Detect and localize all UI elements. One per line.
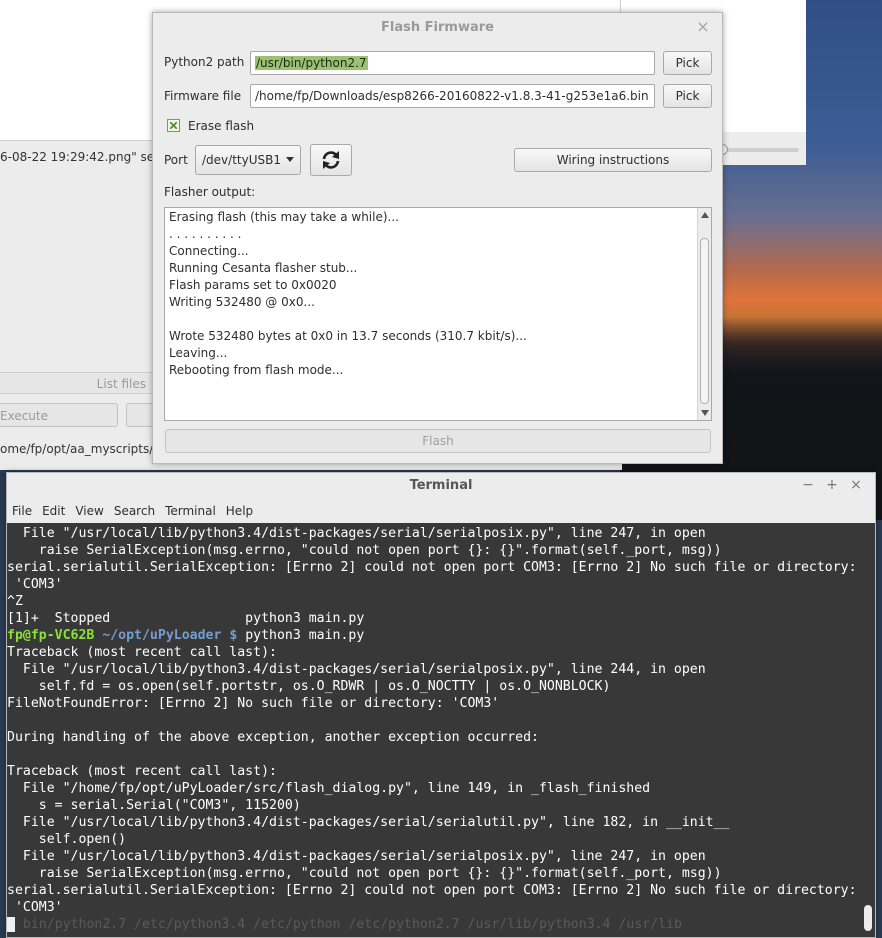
menu-search[interactable]: Search <box>109 501 160 521</box>
flash-button[interactable]: Flash <box>165 429 711 453</box>
maximize-icon[interactable]: + <box>823 476 841 494</box>
firmware-file-field[interactable]: /home/fp/Downloads/esp8266-20160822-v1.8… <box>250 84 655 108</box>
terminal-line: self.open() <box>7 832 127 847</box>
python-pick-button[interactable]: Pick <box>663 51 712 75</box>
scroll-down-icon[interactable] <box>701 410 709 416</box>
background-status-text: 6-08-22 19:29:42.png" sele <box>0 150 160 164</box>
erase-flash-label: Erase flash <box>188 119 255 133</box>
scroll-up-icon[interactable] <box>701 212 709 218</box>
flasher-output-lines: Erasing flash (this may take a while)...… <box>169 209 695 379</box>
terminal-line: [1]+ Stopped python3 main.py <box>7 611 365 626</box>
minimize-icon[interactable]: − <box>799 476 817 494</box>
python-path-field[interactable]: /usr/bin/python2.7 <box>250 51 655 75</box>
terminal-title: Terminal <box>409 478 473 493</box>
flash-firmware-dialog: Flash Firmware × Python2 path /usr/bin/p… <box>152 12 723 464</box>
terminal-line: FileNotFoundError: [Errno 2] No such fil… <box>7 696 500 711</box>
firmware-file-label: Firmware file <box>164 89 242 103</box>
menu-view[interactable]: View <box>70 501 108 521</box>
output-line: Leaving... <box>169 346 228 360</box>
terminal-line: s = serial.Serial("COM3", 115200) <box>7 798 301 813</box>
menu-file[interactable]: File <box>7 501 37 521</box>
terminal-line: File "/home/fp/opt/uPyLoader/src/flash_d… <box>7 781 651 796</box>
terminal-line: File "/usr/local/lib/python3.4/dist-pack… <box>7 849 706 864</box>
port-select[interactable]: /dev/ttyUSB1 <box>195 145 301 175</box>
terminal-line: raise SerialException(msg.errno, "could … <box>7 866 722 881</box>
python-path-value: /usr/bin/python2.7 <box>255 56 368 70</box>
terminal-lines-after: Traceback (most recent call last): File … <box>7 644 861 916</box>
terminal-ghost-text: bin/python2.7 /etc/python3.4 /etc/python… <box>15 917 682 932</box>
prompt-command: python3 main.py <box>237 628 365 643</box>
output-scrollbar-thumb[interactable] <box>700 238 709 404</box>
terminal-line: File "/usr/local/lib/python3.4/dist-pack… <box>7 662 706 677</box>
menu-edit[interactable]: Edit <box>37 501 70 521</box>
terminal-line: 'COM3' <box>7 577 63 592</box>
output-line: Rebooting from flash mode... <box>169 363 344 377</box>
output-line: Flash params set to 0x0020 <box>169 278 337 292</box>
output-line: . . . . . . . . . . <box>169 227 242 241</box>
terminal-lines: File "/usr/local/lib/python3.4/dist-pack… <box>7 525 861 933</box>
terminal-menubar: File Edit View Search Terminal Help <box>7 501 875 521</box>
dialog-close-button[interactable]: × <box>694 17 712 37</box>
terminal-line: ^Z <box>7 594 23 609</box>
terminal-cursor <box>7 916 15 932</box>
prompt-user: fp@fp-VC62B <box>7 628 95 643</box>
terminal-line: serial.serialutil.SerialException: [Errn… <box>7 883 857 898</box>
dialog-title: Flash Firmware <box>381 20 494 35</box>
terminal-line: Traceback (most recent call last): <box>7 645 277 660</box>
erase-flash-checkbox[interactable] <box>167 119 180 132</box>
refresh-icon <box>322 151 340 169</box>
background-slider-track[interactable] <box>721 148 799 152</box>
refresh-ports-button[interactable] <box>310 144 352 176</box>
output-scrollbar[interactable] <box>697 208 711 420</box>
wiring-instructions-button[interactable]: Wiring instructions <box>514 148 712 172</box>
python-path-label: Python2 path <box>164 55 245 69</box>
terminal-output[interactable]: File "/usr/local/lib/python3.4/dist-pack… <box>7 523 875 937</box>
port-select-value: /dev/ttyUSB1 <box>202 153 281 167</box>
terminal-line: 'COM3' <box>7 900 63 915</box>
output-line: Connecting... <box>169 244 249 258</box>
terminal-line: File "/usr/local/lib/python3.4/dist-pack… <box>7 815 730 830</box>
output-line: Running Cesanta flasher stub... <box>169 261 358 275</box>
output-line: Erasing flash (this may take a while)... <box>169 210 399 224</box>
prompt-path: ~/opt/uPyLoader $ <box>102 628 238 643</box>
terminal-line: serial.serialutil.SerialException: [Errn… <box>7 560 857 575</box>
execute-button[interactable]: Execute <box>0 403 118 427</box>
output-line: Writing 532480 @ 0x0... <box>169 295 315 309</box>
terminal-prompt-line: fp@fp-VC62B ~/opt/uPyLoader $ python3 ma… <box>7 627 861 644</box>
terminal-scrollbar[interactable] <box>861 523 875 937</box>
terminal-line: self.fd = os.open(self.portstr, os.O_RDW… <box>7 679 611 694</box>
flasher-output-box[interactable]: Erasing flash (this may take a while)...… <box>164 207 712 421</box>
list-files-button[interactable]: List files <box>0 372 152 394</box>
menu-help[interactable]: Help <box>221 501 258 521</box>
terminal-window: Terminal − + × File Edit View Search Termina… <box>6 472 876 938</box>
terminal-line: During handling of the above exception, … <box>7 730 539 745</box>
terminal-cursor-line: bin/python2.7 /etc/python3.4 /etc/python… <box>7 916 861 933</box>
firmware-pick-button[interactable]: Pick <box>663 84 712 108</box>
terminal-line: File "/usr/local/lib/python3.4/dist-pack… <box>7 526 706 541</box>
output-line: Wrote 532480 bytes at 0x0 in 13.7 second… <box>169 329 527 343</box>
terminal-line: raise SerialException(msg.errno, "could … <box>7 543 722 558</box>
flasher-output-label: Flasher output: <box>164 185 256 199</box>
background-path-text: ome/fp/opt/aa_myscripts/ <box>0 442 154 456</box>
port-label: Port <box>164 153 188 167</box>
chevron-down-icon <box>286 157 294 162</box>
menu-terminal[interactable]: Terminal <box>160 501 221 521</box>
terminal-lines-before: File "/usr/local/lib/python3.4/dist-pack… <box>7 525 861 627</box>
close-icon[interactable]: × <box>847 476 865 494</box>
terminal-scrollbar-thumb[interactable] <box>864 905 872 931</box>
terminal-line: Traceback (most recent call last): <box>7 764 277 779</box>
